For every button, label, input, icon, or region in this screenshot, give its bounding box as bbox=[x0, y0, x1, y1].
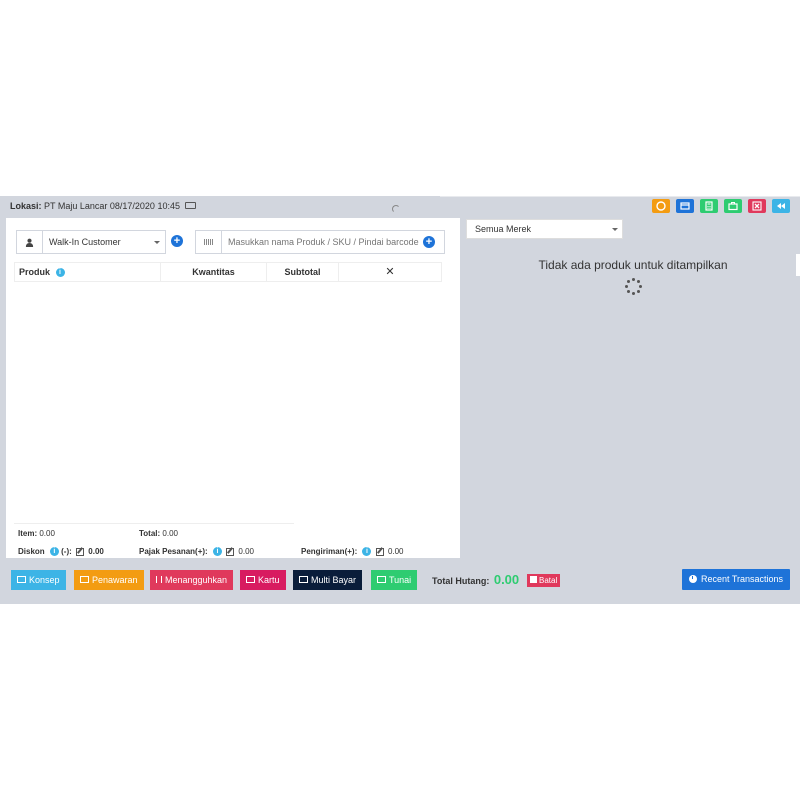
cart-input-row: Walk-In Customer + bbox=[16, 230, 445, 254]
cart-table-header: Produk i Kwantitas Subtotal ✕ bbox=[14, 262, 442, 282]
summary-items: Item: 0.00 bbox=[18, 529, 55, 538]
header-product: Produk i bbox=[15, 263, 161, 281]
briefcase-icon bbox=[728, 202, 738, 211]
header-product-label: Produk bbox=[19, 267, 51, 277]
cash-label: Tunai bbox=[389, 575, 412, 585]
info-icon[interactable]: i bbox=[362, 547, 372, 557]
pause-icon bbox=[156, 576, 162, 584]
multi-pay-label: Multi Bayar bbox=[311, 575, 357, 585]
scrollbar[interactable] bbox=[796, 254, 800, 276]
summary-divider bbox=[14, 523, 294, 524]
discount-value: 0.00 bbox=[88, 547, 104, 556]
plus-icon: + bbox=[171, 235, 183, 247]
card-payment-label: Kartu bbox=[258, 575, 280, 585]
close-icon bbox=[752, 201, 762, 211]
customer-select[interactable]: Walk-In Customer bbox=[43, 231, 165, 253]
customer-select-value: Walk-In Customer bbox=[49, 237, 121, 247]
customer-field: Walk-In Customer bbox=[16, 230, 166, 254]
info-icon[interactable]: i bbox=[212, 547, 222, 557]
money-icon bbox=[299, 576, 308, 584]
info-icon[interactable]: i bbox=[49, 547, 59, 557]
discount-sign: (-): bbox=[61, 547, 72, 556]
summary-total: Total: 0.00 bbox=[139, 529, 178, 538]
card-icon bbox=[680, 202, 690, 210]
draft-label: Konsep bbox=[29, 575, 60, 585]
money-icon bbox=[656, 201, 666, 211]
chevron-down-icon bbox=[612, 228, 618, 231]
card-payment-button[interactable]: Kartu bbox=[240, 570, 286, 590]
loading-icon bbox=[392, 205, 400, 213]
edit-icon bbox=[80, 576, 89, 584]
recent-transactions-button[interactable]: Recent Transactions bbox=[682, 569, 790, 590]
toolbar bbox=[652, 199, 790, 213]
empty-products-message: Tidak ada produk untuk ditampilkan bbox=[538, 258, 728, 272]
brand-filter-value: Semua Merek bbox=[475, 224, 532, 234]
cash-button[interactable]: Tunai bbox=[371, 570, 418, 590]
total-due-label: Total Hutang: bbox=[432, 576, 490, 586]
card-button[interactable] bbox=[676, 199, 694, 213]
product-search-field bbox=[195, 230, 445, 254]
top-strip bbox=[440, 196, 800, 197]
summary-shipping: Pengiriman(+): i 0.00 bbox=[301, 547, 404, 557]
product-search-input[interactable] bbox=[222, 231, 444, 253]
tax-value: 0.00 bbox=[238, 547, 254, 556]
cancel-button[interactable]: Batal bbox=[527, 574, 561, 587]
shipping-label: Pengiriman(+): bbox=[301, 547, 358, 556]
backward-icon bbox=[777, 203, 785, 209]
card-icon bbox=[246, 576, 255, 584]
summary-tax: Pajak Pesanan(+): i 0.00 bbox=[139, 547, 254, 557]
backward-button[interactable] bbox=[772, 199, 790, 213]
cancel-label: Batal bbox=[539, 576, 558, 585]
edit-icon[interactable] bbox=[76, 547, 85, 556]
spinner-icon bbox=[624, 278, 642, 296]
calculator-button[interactable] bbox=[700, 199, 718, 213]
brand-filter-select[interactable]: Semua Merek bbox=[466, 219, 623, 239]
discount-label: Diskon bbox=[18, 547, 45, 556]
info-icon[interactable]: i bbox=[55, 268, 65, 278]
edit-icon[interactable] bbox=[375, 547, 384, 556]
pos-screen: Lokasi: PT Maju Lancar 08/17/2020 10:45 bbox=[0, 196, 800, 604]
header-remove: ✕ bbox=[385, 266, 395, 278]
barcode-icon bbox=[196, 231, 222, 253]
total-due: Total Hutang: 0.00 bbox=[432, 572, 519, 587]
total-label: Total: bbox=[139, 529, 161, 538]
tax-label: Pajak Pesanan(+): bbox=[139, 547, 208, 556]
edit-icon[interactable] bbox=[226, 547, 235, 556]
user-icon bbox=[17, 231, 43, 253]
draft-button[interactable]: Konsep bbox=[11, 570, 66, 590]
suspend-label: Menangguhkan bbox=[165, 575, 228, 585]
location-bar: Lokasi: PT Maju Lancar 08/17/2020 10:45 bbox=[0, 196, 440, 216]
header-quantity: Kwantitas bbox=[161, 263, 267, 281]
recent-transactions-label: Recent Transactions bbox=[700, 574, 784, 584]
close-button[interactable] bbox=[748, 199, 766, 213]
items-label: Item: bbox=[18, 529, 38, 538]
suspend-button[interactable]: Menangguhkan bbox=[150, 570, 234, 590]
plus-icon: + bbox=[423, 236, 435, 248]
summary-discount: Diskon i (-): 0.00 bbox=[18, 547, 104, 557]
multi-pay-button[interactable]: Multi Bayar bbox=[293, 570, 363, 590]
quotation-label: Penawaran bbox=[92, 575, 138, 585]
add-customer-button[interactable]: + bbox=[166, 230, 188, 252]
action-bar: Konsep Penawaran Menangguhkan Kartu Mult… bbox=[0, 564, 800, 594]
add-product-button[interactable]: + bbox=[418, 231, 440, 253]
total-due-value: 0.00 bbox=[493, 572, 520, 587]
keyboard-icon[interactable] bbox=[185, 202, 197, 210]
close-icon bbox=[530, 576, 537, 584]
location-value: PT Maju Lancar 08/17/2020 10:45 bbox=[44, 201, 180, 211]
clock-icon bbox=[688, 574, 697, 583]
total-value: 0.00 bbox=[162, 529, 178, 538]
briefcase-button[interactable] bbox=[724, 199, 742, 213]
cart-panel: Walk-In Customer + + Produk i Kwantitas … bbox=[6, 218, 460, 558]
header-subtotal: Subtotal bbox=[267, 263, 339, 281]
location-label: Lokasi: bbox=[10, 201, 42, 211]
quotation-button[interactable]: Penawaran bbox=[74, 570, 144, 590]
calculator-icon bbox=[705, 201, 713, 211]
money-icon bbox=[377, 576, 386, 584]
shipping-value: 0.00 bbox=[387, 547, 404, 556]
chevron-down-icon bbox=[154, 241, 160, 244]
money-button[interactable] bbox=[652, 199, 670, 213]
edit-icon bbox=[17, 576, 26, 584]
items-value: 0.00 bbox=[39, 529, 55, 538]
